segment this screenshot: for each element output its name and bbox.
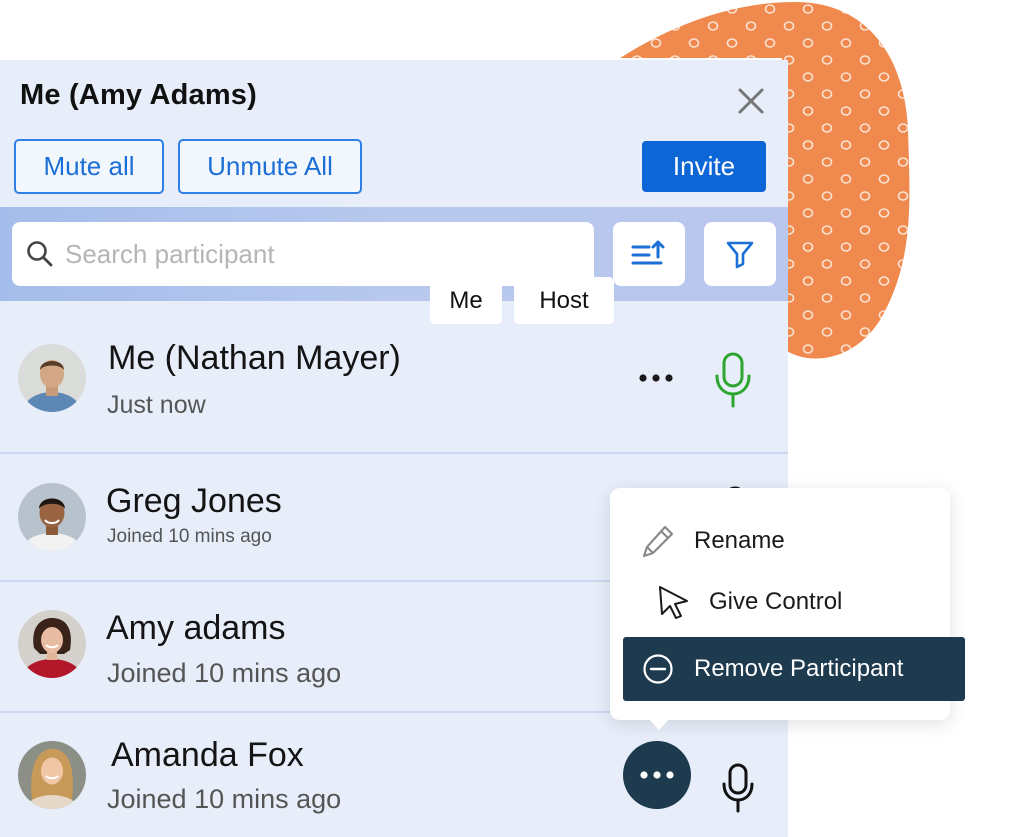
cursor-icon (659, 586, 688, 619)
mute-all-button[interactable]: Mute all (14, 139, 164, 194)
avatar (18, 483, 86, 551)
panel-title: Me (Amy Adams) (20, 79, 257, 111)
search-box (12, 222, 594, 286)
filter-button[interactable] (704, 222, 776, 286)
filter-icon (726, 241, 754, 269)
search-icon (27, 241, 53, 267)
participant-status: Joined 10 mins ago (107, 784, 342, 814)
avatar (18, 610, 86, 678)
avatar (18, 344, 86, 412)
search-input[interactable] (65, 238, 565, 270)
close-icon[interactable] (734, 84, 768, 118)
sort-icon (631, 240, 665, 265)
participant-name: Greg Jones (106, 482, 282, 520)
menu-item-remove-participant[interactable]: Remove Participant (623, 637, 965, 701)
menu-item-rename[interactable]: Rename (641, 523, 785, 559)
menu-item-label: Remove Participant (694, 655, 904, 682)
sort-button[interactable] (613, 222, 685, 286)
more-options-icon (640, 771, 674, 779)
me-badge: Me (430, 277, 502, 324)
menu-item-label: Rename (694, 527, 785, 554)
more-options-icon[interactable] (638, 372, 674, 384)
participant-name: Amanda Fox (111, 736, 304, 774)
pencil-icon (642, 525, 674, 558)
menu-item-give-control[interactable]: Give Control (657, 584, 842, 620)
invite-button[interactable]: Invite (642, 141, 766, 192)
microphone-icon[interactable] (721, 763, 755, 813)
search-bar (0, 207, 788, 301)
avatar (18, 741, 86, 809)
context-menu-pointer (646, 716, 672, 730)
microphone-icon[interactable] (714, 352, 752, 408)
menu-item-label: Give Control (709, 588, 843, 615)
participant-status: Joined 10 mins ago (107, 658, 342, 688)
participant-name: Me (Nathan Mayer) (108, 339, 401, 377)
participant-name: Amy adams (106, 609, 286, 647)
unmute-all-button[interactable]: Unmute All (178, 139, 362, 194)
minus-circle-icon (643, 654, 673, 684)
participant-status: Joined 10 mins ago (107, 526, 272, 547)
participant-status: Just now (107, 391, 206, 419)
more-options-button[interactable] (623, 741, 691, 809)
host-badge: Host (514, 277, 614, 324)
